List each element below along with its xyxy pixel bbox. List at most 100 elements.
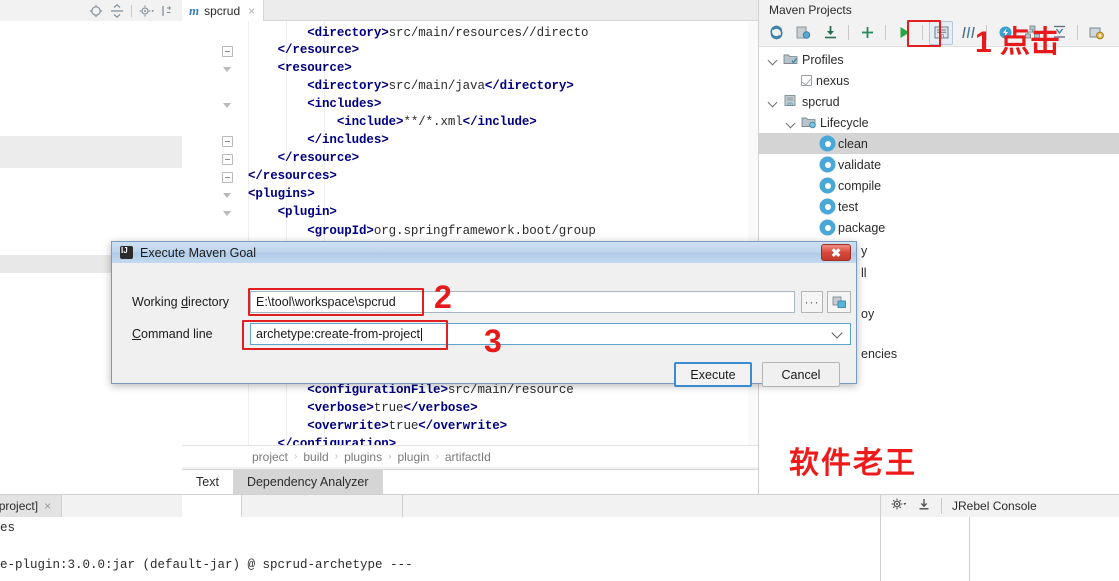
browse-button[interactable]: ··· [801, 291, 823, 313]
fold-toggle-icon[interactable] [222, 208, 233, 219]
working-directory-row: Working directory E:\tool\workspace\spcr… [132, 291, 851, 313]
breadcrumb-item[interactable]: build [303, 450, 328, 464]
code-line: </resource> [248, 43, 359, 57]
code-line: <groupId>org.springframework.boot/group [248, 223, 596, 238]
toolbar-divider [848, 25, 849, 40]
collapse-all-icon[interactable] [110, 4, 124, 18]
chevron-down-icon[interactable] [767, 54, 779, 66]
run-tab-slot[interactable] [243, 495, 403, 517]
checkbox-checked-icon[interactable] [801, 75, 812, 86]
chevron-down-icon[interactable] [767, 96, 779, 108]
annotation-number-1: 1 [975, 28, 992, 58]
code-line: <plugins> [248, 187, 315, 201]
editor-tabbar: m spcrud × [182, 0, 758, 21]
left-panel-toolbar [0, 0, 182, 21]
generate-sources-icon[interactable] [791, 21, 815, 45]
add-icon[interactable] [855, 21, 879, 45]
run-tab-label: hetype:create-from-project] [0, 499, 38, 513]
console-line: e-plugin:3.0.0:jar (default-jar) @ spcru… [0, 558, 413, 572]
tree-item-lifecycle[interactable]: Lifecycle [759, 112, 1119, 133]
chevron-down-icon[interactable] [785, 117, 797, 129]
jrebel-console-label[interactable]: JRebel Console [952, 499, 1037, 513]
cancel-button[interactable]: Cancel [762, 362, 840, 387]
tree-item-nexus[interactable]: nexus [759, 70, 1119, 91]
fold-toggle-icon[interactable] [222, 46, 233, 57]
dialog-body: Working directory E:\tool\workspace\spcr… [112, 263, 856, 385]
tabbar-filler [383, 470, 758, 494]
toolbar-divider [922, 25, 923, 40]
breadcrumb-item[interactable]: project [252, 450, 288, 464]
tree-item-test[interactable]: test [759, 196, 1119, 217]
tree-item-label: Profiles [802, 53, 844, 67]
tree-item-spcrud[interactable]: m spcrud [759, 91, 1119, 112]
export-icon[interactable] [917, 497, 931, 516]
svg-text:m: m [938, 32, 944, 39]
status-toolbar: JRebel Console [881, 495, 1119, 517]
console-output[interactable]: es e-plugin:3.0.0:jar (default-jar) @ sp… [0, 517, 880, 581]
annotation-number-2: 2 [434, 281, 452, 313]
run-tab[interactable]: hetype:create-from-project] × [0, 495, 62, 517]
tree-spacer [805, 201, 817, 213]
command-line-input[interactable]: archetype:create-from-project [250, 323, 851, 345]
goal-gear-icon [821, 158, 834, 171]
tree-item-package[interactable]: package [759, 217, 1119, 238]
status-divider [941, 498, 942, 514]
run-icon[interactable] [892, 21, 916, 45]
chevron-right-icon: › [435, 451, 438, 462]
text-caret [421, 328, 422, 341]
code-line: <directory>src/main/java</directory> [248, 79, 574, 93]
close-icon[interactable]: × [44, 499, 51, 513]
code-line: <resource> [248, 61, 352, 75]
reload-icon[interactable] [764, 21, 788, 45]
close-icon[interactable]: ✖ [821, 244, 851, 261]
tab-text[interactable]: Text [182, 470, 233, 494]
expand-icon[interactable] [160, 4, 174, 18]
close-icon[interactable]: × [248, 4, 255, 18]
fold-toggle-icon[interactable] [222, 190, 233, 201]
status-body [881, 517, 1119, 581]
tree-item-profiles[interactable]: Profiles [759, 49, 1119, 70]
fold-toggle-icon[interactable] [222, 154, 233, 165]
tree-spacer [805, 159, 817, 171]
code-line: </configuration> [248, 437, 396, 445]
tree-item-dependencies[interactable]: encies [861, 347, 897, 361]
settings-icon[interactable] [1084, 21, 1108, 45]
download-sources-icon[interactable] [818, 21, 842, 45]
toolbar-divider [1077, 25, 1078, 40]
gear-dropdown-icon[interactable] [891, 497, 907, 516]
fold-toggle-icon[interactable] [222, 136, 233, 147]
tree-item-verify[interactable]: y [861, 244, 867, 258]
tree-item-compile[interactable]: compile [759, 175, 1119, 196]
goal-gear-icon [821, 179, 834, 192]
tree-item-install[interactable]: ll [861, 266, 867, 280]
tab-dependency-analyzer[interactable]: Dependency Analyzer [233, 470, 383, 494]
run-tab-slot[interactable] [182, 495, 242, 517]
right-status-panel: JRebel Console [880, 495, 1119, 581]
fold-toggle-icon[interactable] [222, 172, 233, 183]
maven-toolbar: m [759, 19, 1119, 47]
fold-toggle-icon[interactable] [222, 100, 233, 111]
breadcrumb-item[interactable]: plugins [344, 450, 382, 464]
execute-maven-goal-icon[interactable]: m [929, 21, 953, 45]
code-line: <plugin> [248, 205, 337, 219]
settings-gear-icon[interactable] [139, 4, 153, 18]
intellij-idea-icon [120, 246, 133, 259]
code-line: <verbose>true</verbose> [248, 401, 477, 415]
module-select-icon[interactable] [827, 291, 851, 313]
editor-tab-spcrud[interactable]: m spcrud × [182, 0, 264, 21]
chevron-down-icon[interactable] [833, 329, 842, 338]
breadcrumb-item[interactable]: artifactId [445, 450, 491, 464]
goal-gear-icon [821, 221, 834, 234]
tree-item-deploy[interactable]: oy [861, 307, 874, 321]
tree-item-clean[interactable]: clean [759, 133, 1119, 154]
locate-target-icon[interactable] [89, 4, 103, 18]
fold-toggle-icon[interactable] [222, 64, 233, 75]
command-line-value: archetype:create-from-project [256, 327, 420, 341]
goal-gear-icon [821, 137, 834, 150]
svg-text:m: m [787, 101, 793, 108]
working-directory-input[interactable]: E:\tool\workspace\spcrud [250, 291, 795, 313]
profiles-icon [783, 52, 798, 67]
tree-item-validate[interactable]: validate [759, 154, 1119, 175]
execute-button[interactable]: Execute [674, 362, 752, 387]
breadcrumb-item[interactable]: plugin [397, 450, 429, 464]
